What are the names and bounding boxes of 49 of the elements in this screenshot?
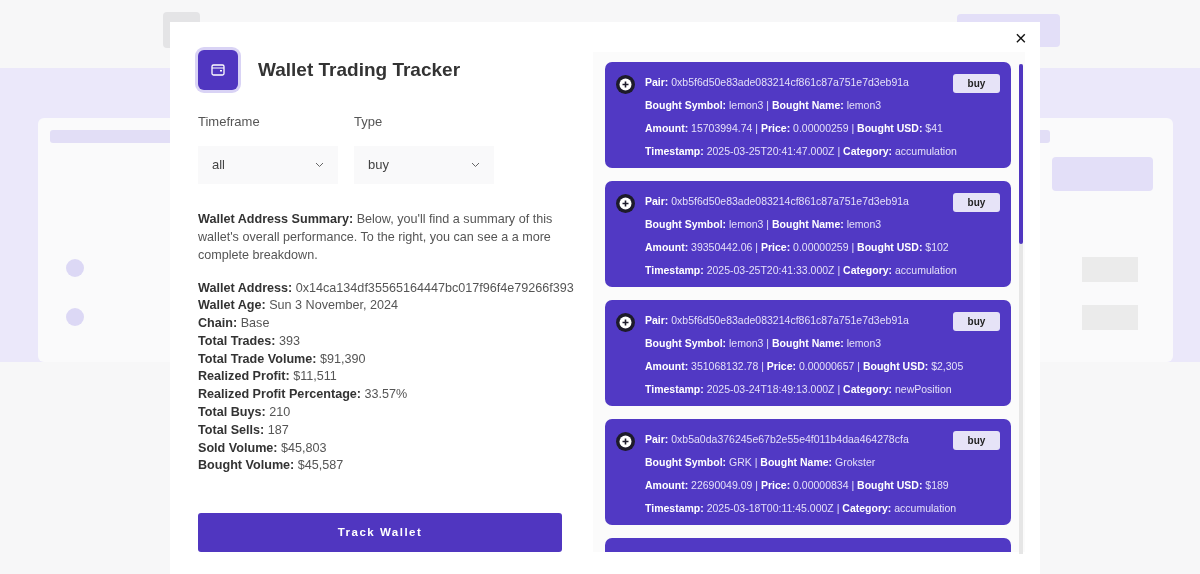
track-wallet-button[interactable]: Track Wallet bbox=[198, 513, 562, 552]
plus-circle-icon[interactable] bbox=[616, 75, 635, 94]
stat-line: Wallet Address: 0x14ca134df35565164447bc017f96f4e79266f393 bbox=[198, 279, 574, 297]
avatar-circle bbox=[66, 259, 84, 277]
trade-detail: Pair: 0xb5f6d50e83ade083214cf861c87a751e7d3eb91a bbox=[645, 313, 909, 328]
trade-detail: Amount: 351068132.78 | Price: 0.00000657 | Bought USD: $2,305 bbox=[645, 359, 964, 374]
trade-detail: Timestamp: 2025-03-24T18:49:13.000Z | Category: newPosition bbox=[645, 382, 952, 397]
stat-line: Total Trade Volume: $91,390 bbox=[198, 350, 366, 368]
filter-label: Timeframe bbox=[198, 113, 261, 131]
avatar-circle bbox=[66, 308, 84, 326]
modal-title: Wallet Trading Tracker bbox=[258, 57, 461, 82]
trade-detail: Amount: 22690049.09 | Price: 0.00000834 | Bought USD: $189 bbox=[645, 478, 949, 493]
trade-detail: Pair: 0xb5f6d50e83ade083214cf861c87a751e7d3eb91a bbox=[645, 194, 909, 209]
trade-detail: Bought Symbol: GRK | Bought Name: Grokster bbox=[645, 455, 876, 470]
stat-line: Realized Profit: $11,511 bbox=[198, 368, 337, 386]
plus-circle-icon[interactable] bbox=[616, 194, 635, 213]
summary-paragraph: Wallet Address Summary: Below, you'll find a summary of this wallet's overall performance. To the right, you can see a a more complete breakdown. bbox=[198, 210, 554, 264]
trade-detail: Amount: 39350442.06 | Price: 0.00000259 | Bought USD: $102 bbox=[645, 240, 949, 255]
wallet-icon bbox=[198, 50, 238, 90]
trade-detail: Pair: 0xb5a0da376245e67b2e55e4f011b4daa464278cfa bbox=[645, 432, 909, 447]
stat-line: Sold Volume: $45,803 bbox=[198, 439, 327, 457]
stat-line: Total Trades: 393 bbox=[198, 332, 300, 350]
close-button[interactable]: × bbox=[1015, 28, 1027, 48]
plus-circle-icon[interactable] bbox=[616, 313, 635, 332]
buy-button[interactable]: buy bbox=[953, 312, 1000, 331]
buy-button[interactable]: buy bbox=[953, 74, 1000, 93]
chevron-down-icon bbox=[315, 161, 324, 168]
trade-detail: Timestamp: 2025-03-25T20:41:33.000Z | Category: accumulation bbox=[645, 263, 957, 278]
trade-detail: Bought Symbol: lemon3 | Bought Name: lemon3 bbox=[645, 98, 882, 113]
trade-detail: Bought Symbol: lemon3 | Bought Name: lemon3 bbox=[645, 336, 882, 351]
buy-button[interactable]: buy bbox=[953, 193, 1000, 212]
buy-button[interactable]: buy bbox=[953, 431, 1000, 450]
select-field[interactable]: buy bbox=[354, 145, 494, 184]
stat-line: Wallet Age: Sun 3 November, 2024 bbox=[198, 297, 398, 315]
filter-label: Type bbox=[354, 113, 384, 131]
chevron-down-icon bbox=[471, 161, 480, 168]
trade-detail: Bought Symbol: lemon3 | Bought Name: lemon3 bbox=[645, 217, 882, 232]
stat-line: Realized Profit Percentage: 33.57% bbox=[198, 386, 408, 404]
stat-line: Bought Volume: $45,587 bbox=[198, 457, 344, 475]
scrollbar-thumb[interactable] bbox=[1019, 64, 1023, 244]
trade-detail: Pair: 0xb5f6d50e83ade083214cf861c87a751e7d3eb91a bbox=[645, 75, 909, 90]
trade-detail: Timestamp: 2025-03-18T00:11:45.000Z | Category: accumulation bbox=[645, 501, 957, 516]
trade-detail: Timestamp: 2025-03-25T20:41:47.000Z | Category: accumulation bbox=[645, 144, 957, 159]
plus-circle-icon[interactable] bbox=[616, 432, 635, 451]
stat-line: Chain: Base bbox=[198, 315, 270, 333]
select-field[interactable]: all bbox=[198, 145, 338, 184]
trade-detail: Amount: 15703994.74 | Price: 0.00000259 | Bought USD: $41 bbox=[645, 121, 943, 136]
stat-line: Total Sells: 187 bbox=[198, 421, 289, 439]
stat-line: Total Buys: 210 bbox=[198, 404, 291, 422]
